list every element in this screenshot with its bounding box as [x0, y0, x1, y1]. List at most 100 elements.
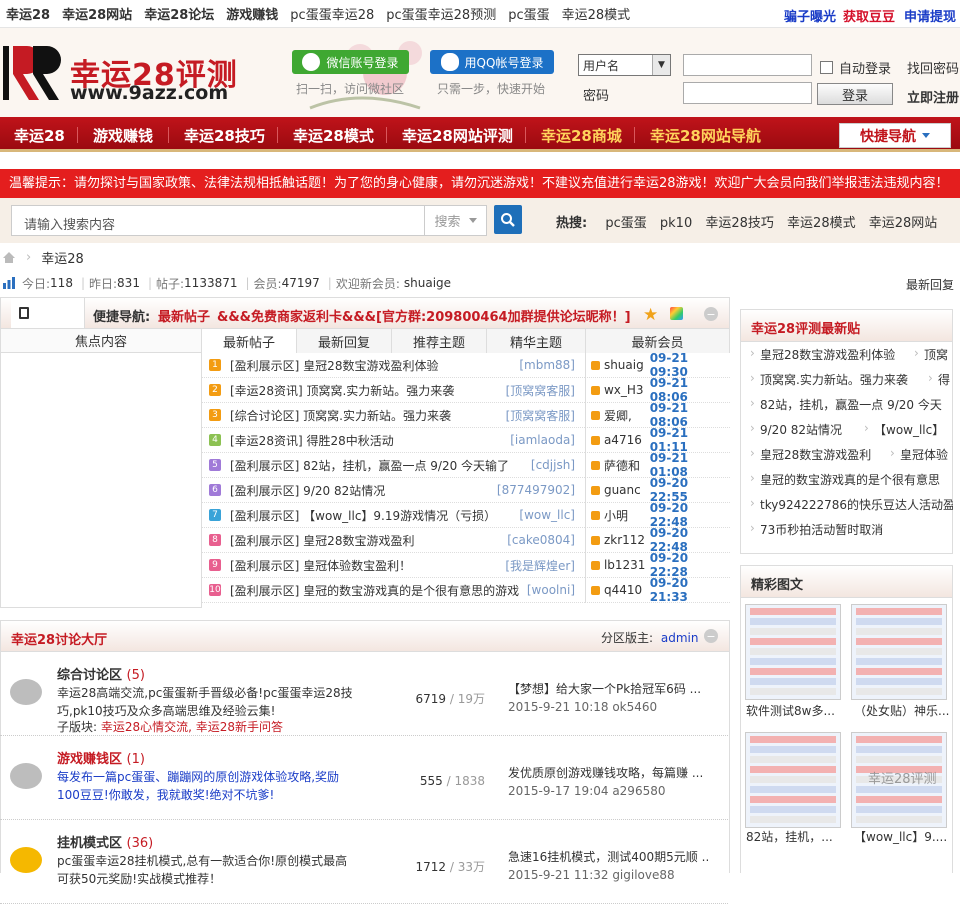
member-name[interactable]: wx_H3 [604, 383, 648, 397]
sidebar-latest-post[interactable]: 9/20 82站情况 [760, 421, 842, 438]
thumbnail-caption[interactable]: 82站，挂机，... [746, 828, 833, 845]
sidebar-latest-post[interactable]: 顶窝 [924, 346, 948, 363]
thread-author[interactable]: [woolni] [527, 583, 575, 597]
new-member-link[interactable]: shuaige [404, 276, 451, 290]
thread-row[interactable]: 4 [幸运28资讯] 得胜28中秋活动 [iamlaoda] [202, 428, 585, 453]
thread-title[interactable]: [盈利展示区] 82站，挂机，赢盈一点 9/20 今天输了 [230, 457, 531, 474]
top-link-get-beans[interactable]: 获取豆豆 [843, 6, 895, 25]
thumbnail-caption[interactable]: 软件测试8w多... [746, 702, 835, 719]
thread-title[interactable]: [盈利展示区] 皇冠28数宝游戏盈利 [230, 532, 507, 549]
post-thumbnail[interactable] [745, 604, 841, 700]
register-link[interactable]: 立即注册 [907, 87, 959, 106]
sidebar-latest-post[interactable]: 【wow_llc】 [874, 421, 944, 438]
password-input[interactable] [683, 82, 812, 104]
login-type-select[interactable]: 用户名 ▼ [578, 54, 671, 76]
member-name[interactable]: a4716 [604, 433, 648, 447]
sidebar-latest-post[interactable]: 得 [938, 371, 950, 388]
member-name[interactable]: lb1231 [604, 558, 648, 572]
search-button[interactable] [494, 205, 522, 234]
thread-row[interactable]: 2 [幸运28资讯] 顶窝窝.实力新站。强力来袭 [顶窝窝客服] [202, 378, 585, 403]
forum-name[interactable]: 综合讨论区 [57, 668, 122, 683]
username-input[interactable] [683, 54, 812, 76]
tab-latest-posts[interactable]: 最新帖子 [202, 329, 297, 353]
thread-author[interactable]: [cake0804] [507, 533, 575, 547]
nav-item-tips[interactable]: 幸运28技巧 [184, 125, 265, 146]
thread-author[interactable]: [顶窝窝客服] [506, 407, 575, 424]
thread-author[interactable]: [cdjjsh] [531, 458, 575, 472]
last-post-title[interactable]: 【梦想】给大家一个Pk拾冠军6码 ... [508, 680, 708, 698]
top-link-withdraw[interactable]: 申请提现 [904, 6, 956, 25]
thread-row[interactable]: 7 [盈利展示区] 【wow_llc】9.19游戏情况（亏损） [wow_llc] [202, 503, 585, 528]
thread-title[interactable]: [盈利展示区] 皇冠的数宝游戏真的是个很有意思的游戏 [230, 582, 527, 599]
thread-title[interactable]: [盈利展示区] 9/20 82站情况 [230, 482, 497, 499]
hot-word[interactable]: 幸运28技巧 [705, 216, 774, 231]
sidebar-latest-post[interactable]: 皇冠28数宝游戏盈利体验 [760, 346, 895, 363]
thread-row[interactable]: 3 [综合讨论区] 顶窝窝.实力新站。强力来袭 [顶窝窝客服] [202, 403, 585, 428]
focus-tab[interactable]: 焦点内容 [1, 329, 201, 353]
quick-nav-button[interactable]: 快捷导航 [839, 123, 951, 148]
sidebar-latest-post[interactable]: 皇冠28数宝游戏盈利 [760, 446, 871, 463]
top-link-scam[interactable]: 骗子曝光 [784, 6, 836, 25]
auto-login-toggle[interactable]: 自动登录 [820, 58, 891, 77]
promo-link[interactable]: &&&免费商家返利卡&&&[官方群:209800464加群提供论坛昵称！] [217, 306, 631, 325]
search-type-select[interactable]: 搜索 [425, 205, 487, 236]
tab-featured[interactable]: 精华主题 [487, 329, 585, 353]
thread-title[interactable]: [盈利展示区] 【wow_llc】9.19游戏情况（亏损） [230, 507, 519, 524]
color-palette-icon[interactable] [670, 307, 683, 320]
thread-title[interactable]: [幸运28资讯] 顶窝窝.实力新站。强力来袭 [230, 382, 506, 399]
member-name[interactable]: 萨德和 [604, 457, 648, 474]
sidebar-latest-post[interactable]: tky924222786的快乐豆达人活动盈 [760, 496, 953, 513]
post-thumbnail[interactable] [745, 732, 841, 828]
nav-item-xingyun28[interactable]: 幸运28 [14, 125, 65, 146]
thread-row[interactable]: 9 [盈利展示区] 皇冠体验数宝盈利！ [我是辉煌er] [202, 553, 585, 578]
collapse-icon[interactable]: − [704, 307, 718, 321]
thread-author[interactable]: [我是辉煌er] [505, 557, 575, 574]
thumbnail-caption[interactable]: 【wow_llc】9.... [854, 828, 947, 845]
thread-row[interactable]: 1 [盈利展示区] 皇冠28数宝游戏盈利体验 [mbm88] [202, 353, 585, 378]
latest-posts-link[interactable]: 最新帖子 [158, 306, 210, 325]
top-link-site[interactable]: 幸运28网站 [62, 4, 132, 23]
top-link-earn[interactable]: 游戏赚钱 [226, 4, 278, 23]
sidebar-latest-post[interactable]: 皇冠的数宝游戏真的是个很有意思 [760, 471, 940, 488]
thumbnail-caption[interactable]: （处女贴）神乐... [854, 702, 949, 719]
login-button[interactable]: 登录 [817, 83, 893, 105]
qq-login-button[interactable]: 用QQ帐号登录 [430, 50, 554, 74]
member-name[interactable]: 爱卿, [604, 407, 648, 424]
top-link-pcdd28[interactable]: pc蛋蛋幸运28 [290, 4, 374, 23]
collapse-icon[interactable]: − [704, 629, 718, 643]
sidebar-latest-post[interactable]: 皇冠体验 [900, 446, 948, 463]
last-post-title[interactable]: 急速16挂机模式，测试400期5元顺 ... [508, 848, 708, 866]
thread-author[interactable]: [877497902] [497, 483, 575, 497]
tab-latest-replies[interactable]: 最新回复 [297, 329, 392, 353]
sidebar-latest-post[interactable]: 73币秒拍活动暂时取消 [760, 521, 883, 538]
tab-recommended[interactable]: 推荐主题 [392, 329, 487, 353]
thread-row[interactable]: 8 [盈利展示区] 皇冠28数宝游戏盈利 [cake0804] [202, 528, 585, 553]
hot-word[interactable]: pk10 [660, 216, 692, 231]
sub-forum-links[interactable]: 幸运28心情交流, 幸运28新手问答 [101, 720, 283, 734]
hot-word[interactable]: 幸运28模式 [787, 216, 856, 231]
search-input[interactable]: 请输入搜索内容 [11, 205, 425, 236]
top-link-forum[interactable]: 幸运28论坛 [144, 4, 214, 23]
home-icon[interactable] [2, 251, 16, 264]
member-name[interactable]: q4410 [604, 583, 648, 597]
thread-author[interactable]: [wow_llc] [519, 508, 575, 522]
nav-item-review[interactable]: 幸运28网站评测 [402, 125, 513, 146]
post-thumbnail[interactable] [851, 604, 947, 700]
thread-author[interactable]: [顶窝窝客服] [506, 382, 575, 399]
hot-word[interactable]: 幸运28网站 [869, 216, 938, 231]
nav-item-mode[interactable]: 幸运28模式 [293, 125, 374, 146]
thread-author[interactable]: [iamlaoda] [510, 433, 575, 447]
nav-item-shop[interactable]: 幸运28商城 [541, 125, 622, 146]
breadcrumb-current[interactable]: 幸运28 [41, 248, 84, 267]
thread-title[interactable]: [幸运28资讯] 得胜28中秋活动 [230, 432, 510, 449]
thread-title[interactable]: [盈利展示区] 皇冠28数宝游戏盈利体验 [230, 357, 519, 374]
thread-title[interactable]: [盈利展示区] 皇冠体验数宝盈利！ [230, 557, 505, 574]
last-post-title[interactable]: 发优质原创游戏赚钱攻略，每篇赚 ... [508, 764, 708, 782]
nav-item-earn[interactable]: 游戏赚钱 [93, 125, 153, 146]
sidebar-latest-post[interactable]: 顶窝窝.实力新站。强力来袭 [760, 371, 908, 388]
star-icon[interactable]: ★ [643, 305, 658, 325]
thread-title[interactable]: [综合讨论区] 顶窝窝.实力新站。强力来袭 [230, 407, 506, 424]
member-name[interactable]: guanc [604, 483, 648, 497]
nav-item-directory[interactable]: 幸运28网站导航 [650, 125, 761, 146]
hot-word[interactable]: pc蛋蛋 [605, 216, 646, 231]
